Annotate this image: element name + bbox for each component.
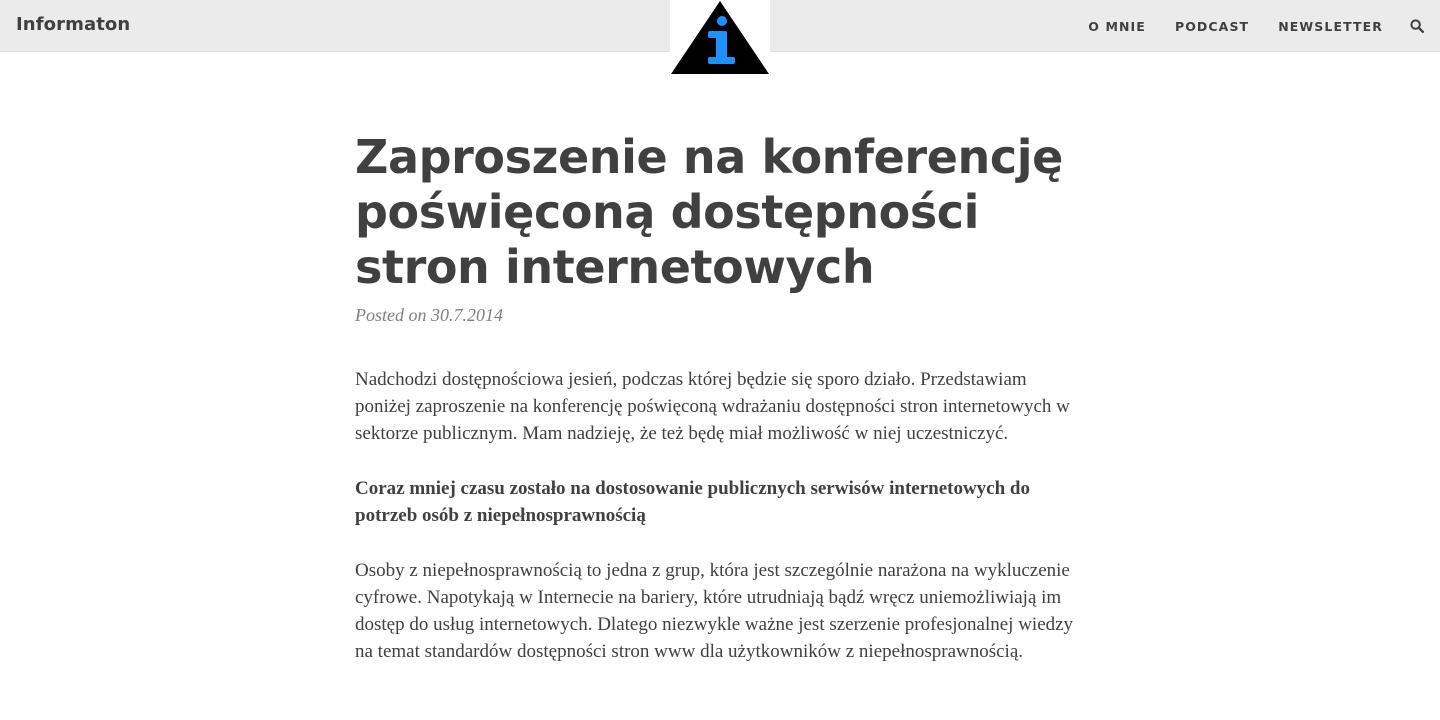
post-paragraph-lead: Coraz mniej czasu zostało na dostosowani… xyxy=(355,478,1031,526)
main-nav: O MNIE PODCAST NEWSLETTER xyxy=(1059,0,1440,52)
search-icon[interactable] xyxy=(1410,19,1425,34)
post-paragraph-intro: Nadchodzi dostępnościowa jesień, podczas… xyxy=(355,369,1070,444)
nav-item-newsletter[interactable]: NEWSLETTER xyxy=(1278,19,1383,34)
nav-item-o-mnie[interactable]: O MNIE xyxy=(1088,19,1146,34)
post-date: Posted on 30.7.2014 xyxy=(355,305,503,325)
info-logo[interactable] xyxy=(670,0,770,75)
post-paragraph-body: Osoby z niepełnosprawnością to jedna z g… xyxy=(355,560,1074,662)
article: Zaproszenie na konferencję poświęconą do… xyxy=(355,130,1085,693)
post-body: Nadchodzi dostępnościowa jesień, podczas… xyxy=(355,366,1085,665)
site-title-link[interactable]: Informaton xyxy=(16,14,130,35)
post-title: Zaproszenie na konferencję poświęconą do… xyxy=(355,130,1063,294)
nav-item-podcast[interactable]: PODCAST xyxy=(1175,19,1249,34)
